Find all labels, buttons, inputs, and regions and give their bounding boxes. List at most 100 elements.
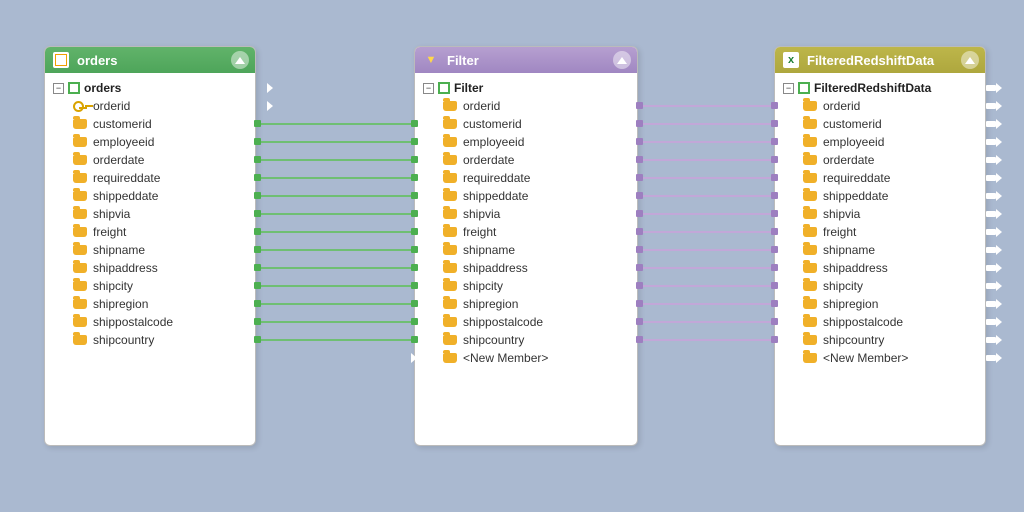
field-row[interactable]: requireddate [49,169,251,187]
mapping-link[interactable] [640,321,774,323]
tree-root[interactable]: − orders [49,79,251,97]
field-row[interactable]: shippostalcode [419,313,633,331]
node-redshift[interactable]: x FilteredRedshiftData − FilteredRedshif… [774,46,986,446]
field-row[interactable]: orderid [779,97,981,115]
tree-root[interactable]: − Filter [419,79,633,97]
field-row[interactable]: customerid [419,115,633,133]
mapping-link[interactable] [258,285,414,287]
output-port[interactable] [986,265,996,271]
field-row[interactable]: shipname [49,241,251,259]
mapping-link[interactable] [640,159,774,161]
field-row[interactable]: orderdate [779,151,981,169]
field-row[interactable]: shipaddress [779,259,981,277]
field-row[interactable]: orderid [419,97,633,115]
output-port[interactable] [986,193,996,199]
mapping-link[interactable] [640,105,774,107]
output-port[interactable] [986,247,996,253]
mapping-link[interactable] [258,195,414,197]
field-row[interactable]: shipcity [49,277,251,295]
output-port[interactable] [986,211,996,217]
field-row[interactable]: shippostalcode [779,313,981,331]
output-port[interactable] [986,175,996,181]
node-redshift-header[interactable]: x FilteredRedshiftData [775,47,985,73]
mapping-link[interactable] [640,267,774,269]
field-row[interactable]: requireddate [419,169,633,187]
field-row[interactable]: shipcountry [419,331,633,349]
output-port[interactable] [986,139,996,145]
output-port[interactable] [986,85,996,91]
tree-root[interactable]: − FilteredRedshiftData [779,79,981,97]
field-row[interactable]: shippeddate [49,187,251,205]
output-port[interactable] [986,355,996,361]
collapse-icon[interactable] [231,51,249,69]
mapping-link[interactable] [640,213,774,215]
field-row[interactable]: shippostalcode [49,313,251,331]
expander-icon[interactable]: − [423,83,434,94]
mapping-link[interactable] [640,285,774,287]
mapping-link[interactable] [640,231,774,233]
field-row[interactable]: freight [49,223,251,241]
field-row[interactable]: shipcity [419,277,633,295]
field-row[interactable]: shipaddress [49,259,251,277]
field-row[interactable]: shipcountry [49,331,251,349]
field-row[interactable]: shipvia [419,205,633,223]
mapping-link[interactable] [640,177,774,179]
expander-icon[interactable]: − [783,83,794,94]
expander-icon[interactable]: − [53,83,64,94]
field-row[interactable]: employeeid [419,133,633,151]
field-row[interactable]: orderid [49,97,251,115]
output-port[interactable] [986,301,996,307]
field-row[interactable]: shipname [419,241,633,259]
mapping-link[interactable] [258,159,414,161]
field-row[interactable]: freight [779,223,981,241]
output-port[interactable] [986,103,996,109]
field-row[interactable]: customerid [49,115,251,133]
mapping-link[interactable] [640,141,774,143]
collapse-icon[interactable] [961,51,979,69]
field-row[interactable]: shippeddate [419,187,633,205]
mapping-link[interactable] [640,249,774,251]
output-port[interactable] [986,319,996,325]
output-port[interactable] [986,121,996,127]
field-row[interactable]: shipvia [779,205,981,223]
field-row[interactable]: freight [419,223,633,241]
field-row[interactable]: shipcountry [779,331,981,349]
mapping-link[interactable] [640,123,774,125]
node-orders-header[interactable]: orders [45,47,255,73]
field-row[interactable]: shipname [779,241,981,259]
collapse-icon[interactable] [613,51,631,69]
field-row[interactable]: orderdate [49,151,251,169]
mapping-link[interactable] [640,339,774,341]
field-row[interactable]: employeeid [49,133,251,151]
field-row[interactable]: shipregion [49,295,251,313]
node-filter-header[interactable]: ▼ Filter [415,47,637,73]
field-row[interactable]: shipregion [419,295,633,313]
new-member-row[interactable]: <New Member> [419,349,633,367]
field-row[interactable]: shipaddress [419,259,633,277]
output-port[interactable] [986,229,996,235]
mapping-link[interactable] [640,195,774,197]
field-row[interactable]: shipcity [779,277,981,295]
output-port[interactable] [986,157,996,163]
mapping-link[interactable] [258,177,414,179]
mapping-link[interactable] [258,339,414,341]
mapping-link[interactable] [258,321,414,323]
output-port[interactable] [986,337,996,343]
output-port[interactable] [401,355,411,361]
output-port[interactable] [986,283,996,289]
mapping-link[interactable] [258,249,414,251]
field-row[interactable]: orderdate [419,151,633,169]
field-row[interactable]: shippeddate [779,187,981,205]
mapping-link[interactable] [258,213,414,215]
field-row[interactable]: requireddate [779,169,981,187]
field-row[interactable]: customerid [779,115,981,133]
field-row[interactable]: employeeid [779,133,981,151]
output-port[interactable] [257,85,267,91]
node-orders[interactable]: orders − orders orderidcustomeridemploye… [44,46,256,446]
mapping-link[interactable] [258,303,414,305]
new-member-row[interactable]: <New Member> [779,349,981,367]
node-filter[interactable]: ▼ Filter − Filter orderidcustomeridemplo… [414,46,638,446]
field-row[interactable]: shipregion [779,295,981,313]
mapping-link[interactable] [640,303,774,305]
output-port[interactable] [257,103,267,109]
